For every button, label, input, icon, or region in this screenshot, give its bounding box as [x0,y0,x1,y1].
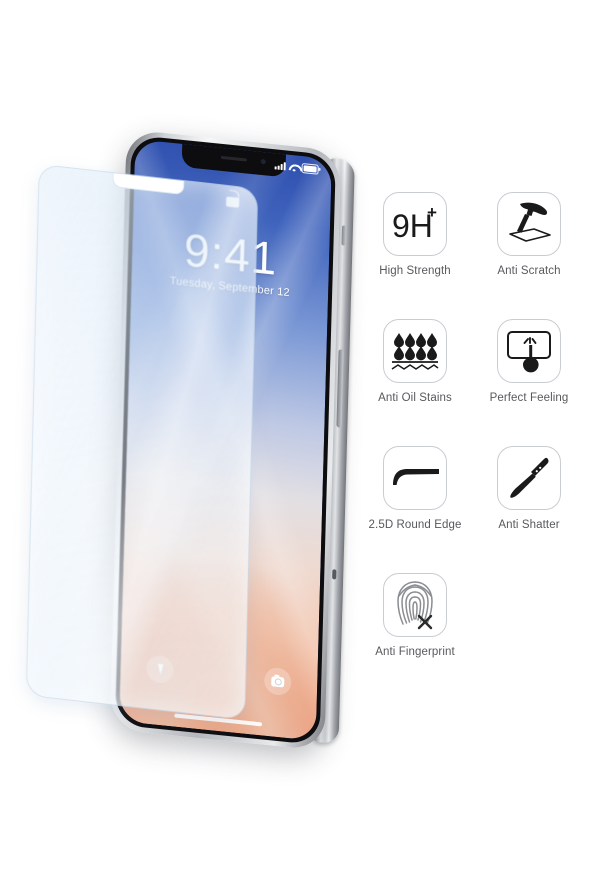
feature-perfect-feeling: Perfect Feeling [472,319,586,404]
mute-switch [341,225,347,246]
feature-label: Perfect Feeling [489,392,569,404]
hammer-head [520,202,548,216]
feature-grid-spacer [472,573,586,658]
cellular-signal-icon [274,161,286,171]
hammer-icon [497,192,561,256]
knife-icon [497,446,561,510]
fingerprint-icon [383,573,447,637]
volume-button [332,569,337,580]
earpiece-speaker-icon [220,155,247,162]
feature-anti-shatter: Anti Shatter [472,446,586,531]
glass-plate [509,228,551,242]
feature-label: Anti Scratch [497,265,561,277]
feature-anti-oil-stains: Anti Oil Stains [358,319,472,404]
screen-outline [507,331,551,359]
finger-tap-icon [497,319,561,383]
tap-rays [523,337,537,344]
plus-superscript: + [427,203,437,222]
glass-reflection [26,164,258,720]
feature-label: Anti Shatter [498,519,560,531]
front-camera-icon [260,158,266,165]
feature-anti-scratch: Anti Scratch [472,192,586,277]
feature-anti-fingerprint: Anti Fingerprint [358,573,472,658]
feature-label: Anti Fingerprint [375,646,455,658]
battery-full-icon [301,163,319,175]
knife-blade [510,473,536,498]
camera-icon [271,675,285,688]
droplet-row-top [394,333,437,348]
tempered-glass-sheet [25,163,259,721]
repel-wave [391,364,439,370]
power-button [336,349,344,428]
feature-label: Anti Oil Stains [378,392,452,404]
product-scene: 9:41 Tuesday, September 12 [0,0,355,888]
feature-label: 2.5D Round Edge [368,519,462,531]
feature-high-strength: 9H + High Strength [358,192,472,277]
droplet-row-bottom [394,346,437,361]
oil-droplets-icon [383,319,447,383]
feature-round-edge: 2.5D Round Edge [358,446,472,531]
round-edge-icon [383,446,447,510]
wifi-icon [289,163,299,172]
feature-label: High Strength [379,265,451,277]
9h-hardness-icon: 9H + [383,192,447,256]
fingerprint-ridges [397,581,433,625]
feature-grid: 9H + High Strength Anti Scratch Anti Oil… [358,192,586,658]
glass-edge-profile [393,469,439,485]
